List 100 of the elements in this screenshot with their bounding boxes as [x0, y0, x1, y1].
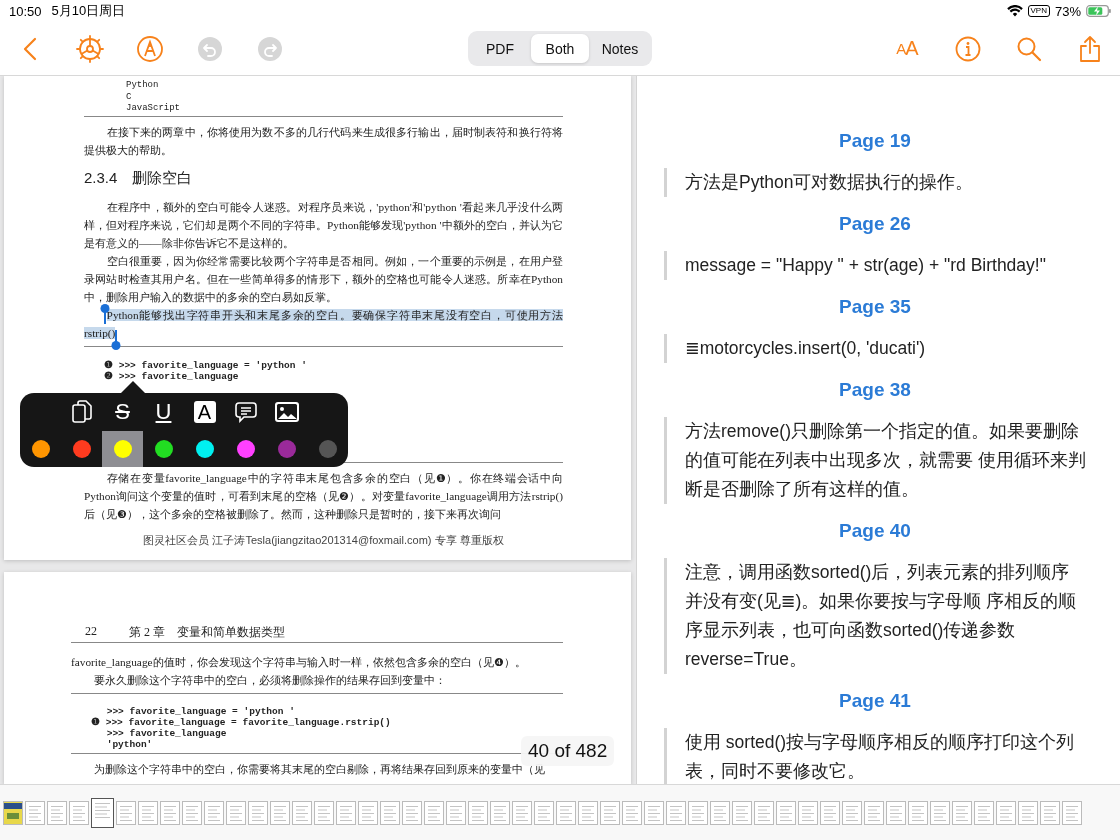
code-line: ❷ >>> favorite_language	[104, 370, 239, 382]
page-thumbnail[interactable]	[358, 800, 378, 825]
code-line: Python	[126, 80, 159, 92]
color-swatch[interactable]	[102, 430, 143, 467]
page-thumbnail[interactable]	[974, 800, 994, 825]
battery-percent: 73%	[1054, 3, 1081, 19]
page-thumbnail[interactable]	[490, 800, 510, 825]
note-quote: message = "Happy " + str(age) + "rd Birthday!"	[664, 251, 1086, 280]
page-thumbnail[interactable]	[600, 800, 620, 825]
code-line: C	[126, 91, 132, 103]
page-thumbnail[interactable]	[776, 800, 796, 825]
page-thumbnail[interactable]	[226, 800, 246, 825]
note-page-link[interactable]: Page 40	[664, 519, 1086, 543]
code-line: ❶ >>> favorite_language = favorite_language.rstrip()	[91, 717, 391, 728]
page-thumbnail[interactable]	[47, 800, 67, 825]
page-number: 22	[85, 624, 97, 640]
view-mode-tab[interactable]: Both	[531, 34, 589, 63]
paragraph: 在接下来的两章中，你将使用为数不多的几行代码来生成很多行输出，届时制表符和换行符将提供极大的帮助。	[84, 124, 563, 158]
selected-paragraph: Python能够找出字符串开头和末尾多余的空白。要确保字符串末尾没有空白，可使用方法rstrip()	[84, 307, 563, 341]
page-thumbnail[interactable]	[534, 800, 554, 825]
info-icon	[955, 35, 981, 62]
page-thumbnail[interactable]	[1062, 800, 1082, 825]
page-thumbnail[interactable]	[204, 800, 224, 825]
page-thumbnail[interactable]	[732, 800, 752, 825]
page-thumbnail[interactable]	[952, 800, 972, 825]
note-page-link[interactable]: Page 19	[664, 129, 1086, 153]
code-line: >>> favorite_language = 'python '	[105, 706, 295, 717]
strikethrough-button[interactable]: S	[102, 392, 143, 431]
page-thumbnail[interactable]	[512, 800, 532, 825]
underline-button[interactable]: U	[143, 392, 184, 431]
paragraph: 要永久删除这个字符串中的空白，必须将删除操作的结果存回到变量中：	[92, 673, 447, 688]
highlight-button[interactable]: A	[184, 392, 225, 431]
page-thumbnail[interactable]	[930, 800, 950, 825]
view-mode-tab[interactable]: PDF	[471, 34, 529, 63]
note-page-link[interactable]: Page 41	[664, 689, 1086, 713]
note-quote: 方法remove()只删除第一个指定的值。如果要删除的值可能在列表中出现多次，就需要 使用循环来判断是否删除了所有这样的值。	[664, 417, 1086, 504]
page-thumbnail[interactable]	[1040, 800, 1060, 825]
chevron-left-icon	[23, 36, 37, 61]
page-thumbnail[interactable]	[336, 800, 356, 825]
page-thumbnail[interactable]	[138, 800, 158, 825]
page-thumbnail[interactable]	[578, 800, 598, 825]
page-thumbnail[interactable]	[996, 800, 1016, 825]
page-thumbnail[interactable]	[468, 800, 488, 825]
pen-icon	[136, 34, 164, 63]
page-thumbnail[interactable]	[25, 800, 45, 825]
page-thumbnail[interactable]	[820, 800, 840, 825]
vpn-badge: VPN	[1027, 5, 1050, 17]
code-line: ❶ >>> favorite_language = 'python '	[104, 359, 307, 371]
battery-icon	[1086, 5, 1112, 17]
status-time: 10:50	[9, 3, 42, 19]
copy-icon	[71, 399, 92, 424]
page-thumbnail[interactable]	[424, 800, 444, 825]
code-line: 'python'	[105, 739, 153, 750]
note-quote: 方法是Python可对数据执行的操作。	[664, 168, 1086, 197]
note-page-link[interactable]: Page 35	[664, 295, 1086, 319]
page-thumbnail[interactable]	[556, 800, 576, 825]
chapter-header: 第 2 章 变量和简单数据类型	[129, 624, 285, 641]
page-thumbnail[interactable]	[666, 800, 686, 825]
code-line: >>> favorite_language	[105, 728, 227, 739]
paragraph: 空白很重要，因为你经常需要比较两个字符串是否相同。例如，一个重要的示例是，在用户登录网站时检查其用户名。但在一些简单得多的情形下，额外的空格也可能令人迷惑。所幸在Python中，删除用户输入的数据中的多余的空白易如反掌。	[84, 253, 563, 305]
page-thumbnail[interactable]	[314, 800, 334, 825]
page-thumbnail[interactable]	[644, 800, 664, 825]
settings-icon	[76, 34, 104, 63]
note-page-link[interactable]: Page 38	[664, 378, 1086, 402]
page-thumbnail[interactable]	[248, 800, 268, 825]
page-thumbnail[interactable]	[864, 800, 884, 825]
page-thumbnail[interactable]	[69, 800, 89, 825]
page-thumbnail[interactable]	[908, 800, 928, 825]
note-page-link[interactable]: Page 26	[664, 212, 1086, 236]
page-thumbnail[interactable]	[380, 800, 400, 825]
page-thumbnail[interactable]	[688, 800, 708, 825]
page-thumbnail[interactable]	[622, 800, 642, 825]
share-icon	[1078, 34, 1102, 63]
page-thumbnail[interactable]	[798, 800, 818, 825]
image-icon	[274, 401, 299, 422]
page-thumbnail[interactable]	[1018, 800, 1038, 825]
page-thumbnail[interactable]	[160, 800, 180, 825]
page-thumbnail[interactable]	[91, 797, 114, 828]
page-thumbnail[interactable]	[270, 800, 290, 825]
page-thumbnail[interactable]	[292, 800, 312, 825]
status-date: 5月10日周日	[51, 2, 126, 20]
page-thumbnail[interactable]	[446, 800, 466, 825]
view-mode-tab[interactable]: Notes	[591, 34, 649, 63]
search-icon	[1016, 35, 1042, 62]
page-thumbnail[interactable]	[402, 800, 422, 825]
paragraph: 在程序中，额外的空白可能令人迷惑。对程序员来说，'python'和'python '看起来几乎没什么两样，但对程序来说，它们却是两个不同的字符串。Python能够发现'python '中额外的空白，并认为它是有意义的——除非你告诉它不是这样的。	[84, 199, 563, 251]
page-footer: 图灵社区会员 江子涛Tesla(jiangzitao201314@foxmail.com) 专享 尊重版权	[84, 533, 563, 548]
section-heading: 2.3.4 删除空白	[84, 168, 194, 188]
text-size-button[interactable]: AA	[887, 28, 927, 69]
speech-bubble-icon	[234, 400, 257, 423]
page-counter: 40 of 482	[521, 736, 615, 766]
page-thumbnail[interactable]	[886, 800, 906, 825]
page-thumbnail[interactable]	[754, 800, 774, 825]
page-thumbnail[interactable]	[3, 800, 23, 825]
page-thumbnail[interactable]	[182, 800, 202, 825]
page-thumbnail[interactable]	[842, 800, 862, 825]
code-line: JavaScript	[126, 103, 180, 115]
wifi-icon	[1006, 5, 1023, 17]
page-thumbnail[interactable]	[116, 800, 136, 825]
page-thumbnail[interactable]	[710, 800, 730, 825]
